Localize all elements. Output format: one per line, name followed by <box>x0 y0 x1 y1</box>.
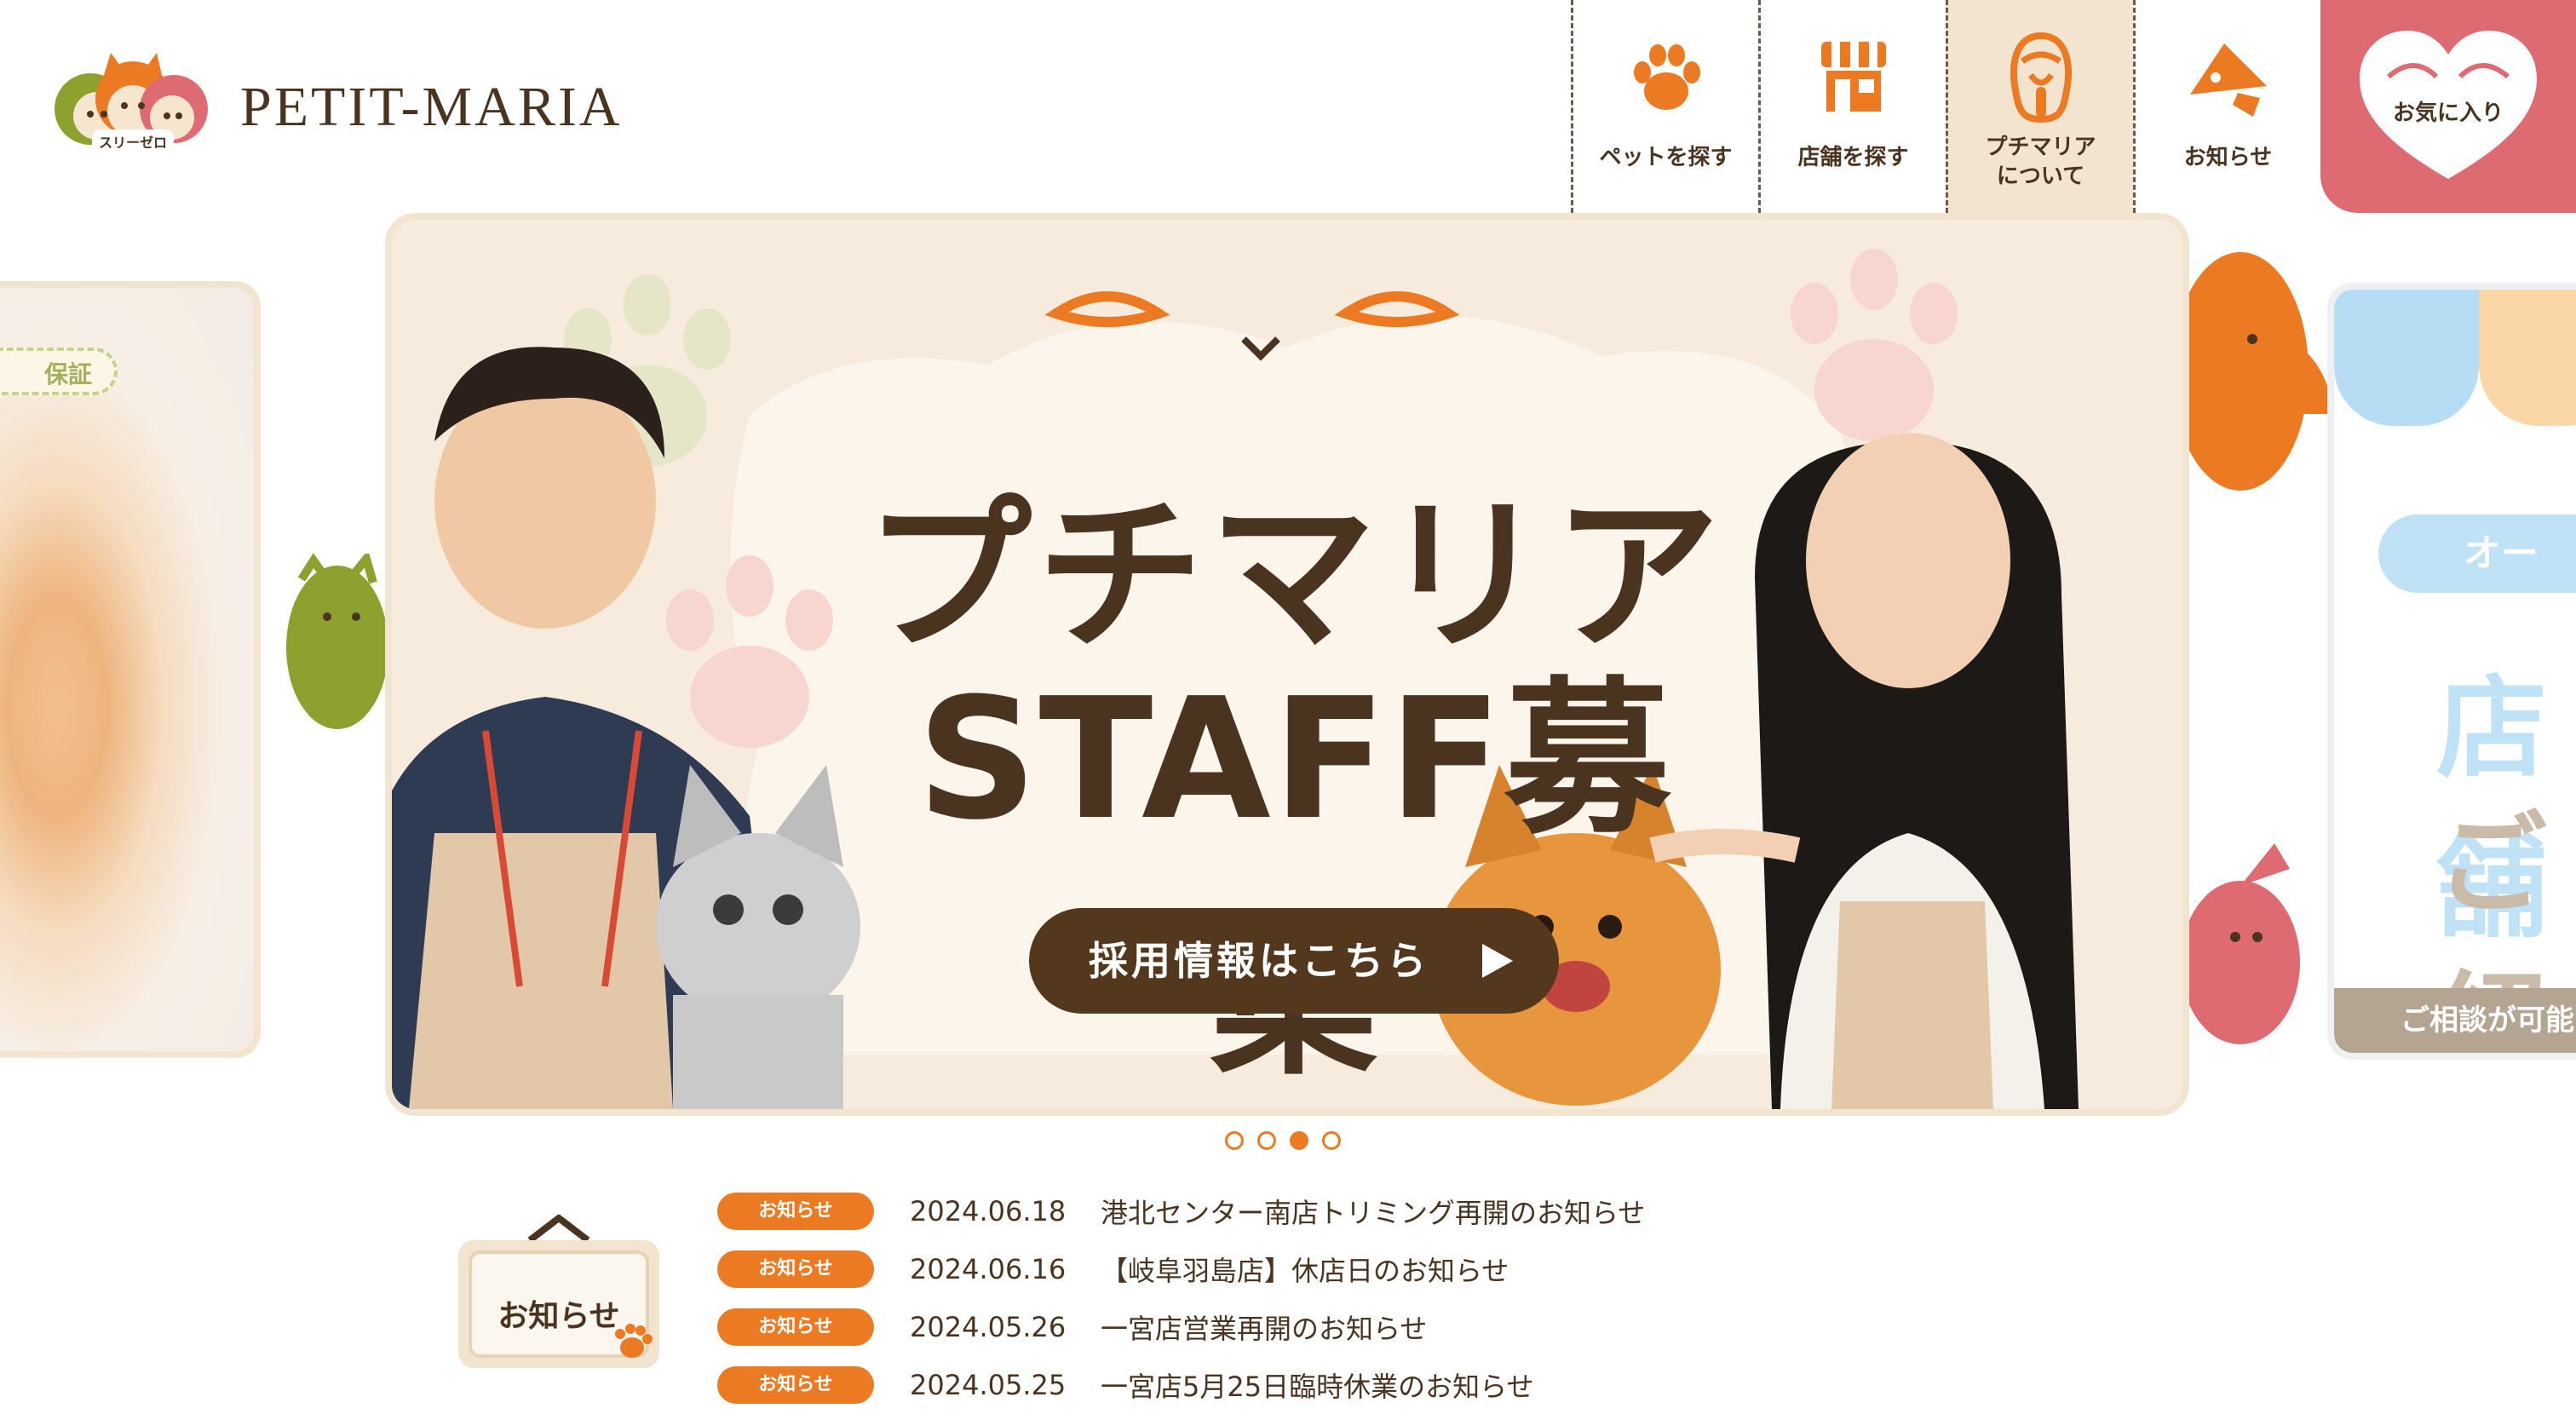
kitten-photo <box>0 288 254 1051</box>
mascot-icon <box>1994 31 2088 124</box>
news-sign: お知らせ <box>453 1213 664 1375</box>
news-item[interactable]: お知らせ 2024.05.26 一宮店営業再開のお知らせ <box>717 1298 1645 1356</box>
news-title[interactable]: 港北センター南店トリミング再開のお知らせ <box>1101 1192 1645 1231</box>
main-nav: ペットを探す 店舗を探す プチマリア について お知らせ <box>1571 0 2320 213</box>
recruit-info-label: 採用情報はこちら <box>1089 938 1429 984</box>
site-logo[interactable]: スリーゼロ PETIT-MARIA <box>48 49 678 169</box>
news-item[interactable]: お知らせ 2024.06.16 【岐阜羽島店】休店日のお知らせ <box>717 1240 1645 1298</box>
news-badge: お知らせ <box>717 1193 874 1230</box>
nav-find-stores[interactable]: 店舗を探す <box>1758 0 1946 213</box>
carousel-dot-4[interactable] <box>1322 1131 1341 1150</box>
carousel-dot-2[interactable] <box>1257 1131 1276 1150</box>
news-date: 2024.06.18 <box>910 1195 1067 1227</box>
banner-title-line2: STAFF募集 <box>917 663 1673 1098</box>
carousel-next-slide[interactable]: オー 店舗 ご紹 ご相談が可能 <box>2327 283 2576 1060</box>
recruit-info-button[interactable]: 採用情報はこちら <box>1029 908 1559 1014</box>
news-title[interactable]: 一宮店営業再開のお知らせ <box>1101 1308 1427 1347</box>
news-badge: お知らせ <box>717 1308 874 1346</box>
paw-icon <box>1619 31 1713 124</box>
news-title[interactable]: 【岐阜羽島店】休店日のお知らせ <box>1101 1250 1509 1289</box>
news-date: 2024.05.25 <box>910 1369 1067 1401</box>
megaphone-icon <box>2182 31 2275 124</box>
pink-rabbit-mascot-icon <box>2189 843 2300 1044</box>
favorites-label: お気に入り <box>2392 101 2504 126</box>
hero-banner-staff-recruit[interactable]: プチマリア STAFF募集 採用情報はこちら <box>385 213 2189 1116</box>
news-sign-label: お知らせ <box>497 1299 620 1334</box>
carousel-prev-slide[interactable]: 保証 <box>0 281 261 1058</box>
green-cat-mascot-icon <box>286 554 388 729</box>
news-list: お知らせ 2024.06.18 港北センター南店トリミング再開のお知らせ お知ら… <box>717 1182 1645 1414</box>
news-title[interactable]: 一宮店5月25日臨時休業のお知らせ <box>1101 1365 1533 1405</box>
logo-subtitle: スリーゼロ <box>92 129 175 153</box>
nav-label: 店舗を探す <box>1797 145 1909 170</box>
news-date: 2024.06.16 <box>910 1253 1067 1285</box>
favorites-button[interactable]: お気に入り <box>2320 0 2576 213</box>
slide-ribbon: 保証 <box>0 348 118 395</box>
news-badge: お知らせ <box>717 1366 874 1404</box>
carousel-dot-1[interactable] <box>1225 1131 1244 1150</box>
carousel-dot-3[interactable] <box>1290 1131 1308 1150</box>
news-item[interactable]: お知らせ 2024.05.25 一宮店5月25日臨時休業のお知らせ <box>717 1356 1645 1414</box>
orange-bird-mascot-icon <box>2189 252 2334 491</box>
slide-footer-bar: ご相談が可能 <box>2334 988 2576 1053</box>
store-icon <box>1807 31 1900 124</box>
nav-find-pets[interactable]: ペットを探す <box>1571 0 1758 213</box>
nav-about[interactable]: プチマリア について <box>1946 0 2133 213</box>
play-arrow-icon <box>1482 944 1513 978</box>
nav-label: お知らせ <box>2183 145 2273 170</box>
carousel-indicators <box>1225 1131 1341 1150</box>
logo-text: PETIT-MARIA <box>240 76 623 138</box>
news-badge: お知らせ <box>717 1250 874 1288</box>
news-item[interactable]: お知らせ 2024.06.18 港北センター南店トリミング再開のお知らせ <box>717 1182 1645 1240</box>
nav-label: プチマリア について <box>1985 135 2096 189</box>
nav-news[interactable]: お知らせ <box>2133 0 2320 213</box>
nav-label: ペットを探す <box>1599 145 1733 170</box>
slide-pill: オー <box>2378 514 2576 593</box>
news-date: 2024.05.26 <box>910 1311 1067 1343</box>
store-awning <box>2334 290 2576 426</box>
